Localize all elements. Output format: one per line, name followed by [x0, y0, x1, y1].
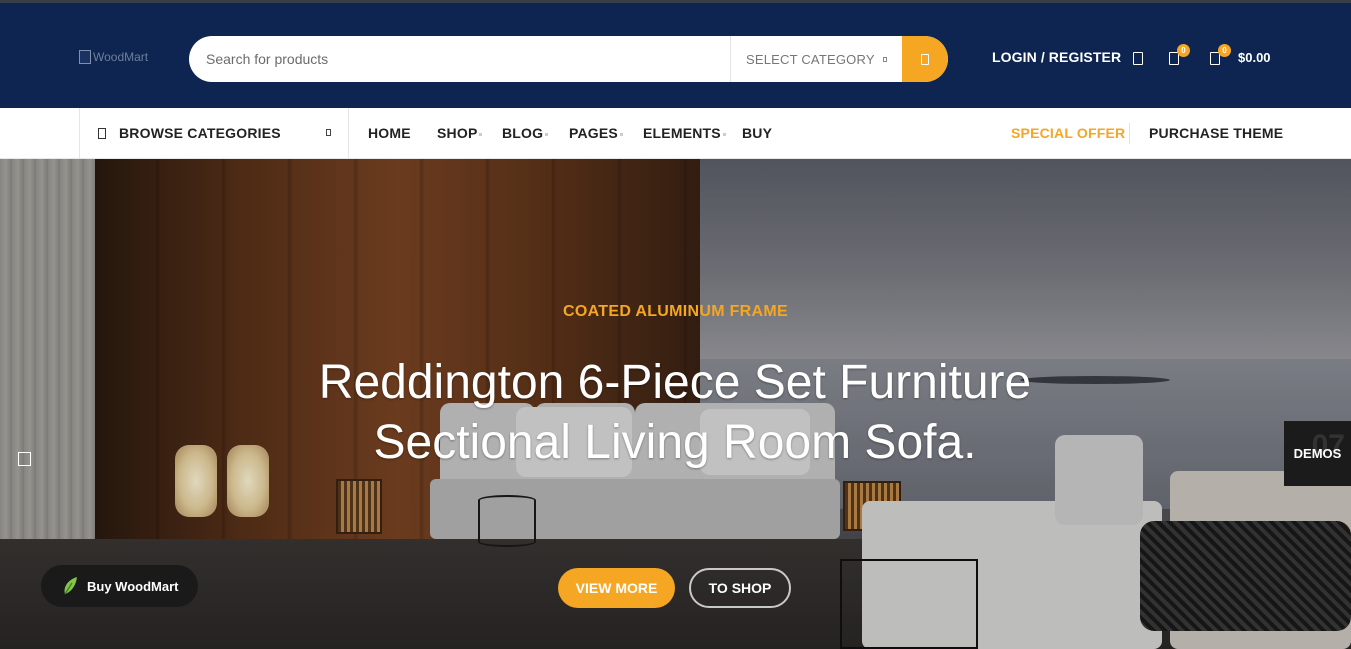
- demos-label: DEMOS: [1293, 446, 1342, 461]
- nav-divider: [1129, 123, 1130, 144]
- chevron-down-icon: [479, 132, 483, 136]
- hero-title: Reddington 6-Piece Set Furniture Section…: [318, 356, 1032, 469]
- nav-item-home[interactable]: HOME: [368, 125, 411, 141]
- cart-total[interactable]: $0.00: [1238, 50, 1271, 65]
- category-select[interactable]: SELECT CATEGORY: [730, 36, 902, 82]
- search-button[interactable]: [902, 36, 948, 82]
- main-navigation: BROWSE CATEGORIES HOME SHOP BLOG PAGES E…: [0, 108, 1351, 159]
- leaf-icon: [64, 577, 77, 595]
- chevron-down-icon: [619, 132, 623, 136]
- nav-item-label: BUY: [742, 125, 773, 141]
- chevron-down-icon: [882, 56, 887, 62]
- search-bar: SELECT CATEGORY: [189, 36, 948, 82]
- arrow-left-icon[interactable]: [18, 452, 31, 466]
- nav-item-blog[interactable]: BLOG: [502, 125, 549, 141]
- buy-woodmart-button[interactable]: Buy WoodMart: [41, 565, 198, 607]
- view-more-button[interactable]: VIEW MORE: [558, 568, 675, 608]
- broken-image-icon: [79, 50, 91, 64]
- nav-item-buy[interactable]: BUY: [742, 125, 772, 141]
- nav-item-label: SHOP: [437, 125, 478, 141]
- nav-item-shop[interactable]: SHOP: [437, 125, 483, 141]
- nav-item-label: PAGES: [569, 125, 618, 141]
- login-register-link[interactable]: LOGIN / REGISTER: [992, 49, 1121, 65]
- chevron-down-icon: [545, 132, 549, 136]
- top-header: WoodMart SELECT CATEGORY LOGIN / REGISTE…: [0, 0, 1351, 108]
- category-select-label: SELECT CATEGORY: [746, 51, 875, 67]
- purchase-theme-link[interactable]: PURCHASE THEME: [1149, 125, 1283, 141]
- demos-button[interactable]: 07 DEMOS: [1284, 421, 1351, 486]
- buy-woodmart-label: Buy WoodMart: [87, 578, 179, 594]
- nav-item-pages[interactable]: PAGES: [569, 125, 623, 141]
- search-input[interactable]: [189, 36, 730, 82]
- hero-slider: COATED ALUMINUM FRAME Reddington 6-Piece…: [0, 159, 1351, 649]
- nav-item-label: HOME: [368, 125, 411, 141]
- site-logo[interactable]: WoodMart: [79, 47, 169, 67]
- nav-item-label: BLOG: [502, 125, 544, 141]
- cart-count-badge: 0: [1218, 44, 1231, 57]
- menu-icon: [98, 128, 106, 139]
- browse-categories-label: BROWSE CATEGORIES: [119, 125, 281, 141]
- wishlist-count-badge: 0: [1177, 44, 1190, 57]
- chevron-down-icon: [326, 129, 331, 136]
- hero-eyebrow: COATED ALUMINUM FRAME: [563, 303, 788, 320]
- browse-categories-button[interactable]: BROWSE CATEGORIES: [79, 108, 349, 159]
- chevron-down-icon: [722, 132, 726, 136]
- logo-alt-text: WoodMart: [93, 50, 149, 64]
- nav-item-elements[interactable]: ELEMENTS: [643, 125, 726, 141]
- to-shop-button[interactable]: TO SHOP: [689, 568, 791, 608]
- special-offer-link[interactable]: SPECIAL OFFER: [1011, 125, 1125, 141]
- heart-icon[interactable]: [1133, 52, 1143, 65]
- search-icon: [921, 53, 929, 65]
- nav-item-label: ELEMENTS: [643, 125, 721, 141]
